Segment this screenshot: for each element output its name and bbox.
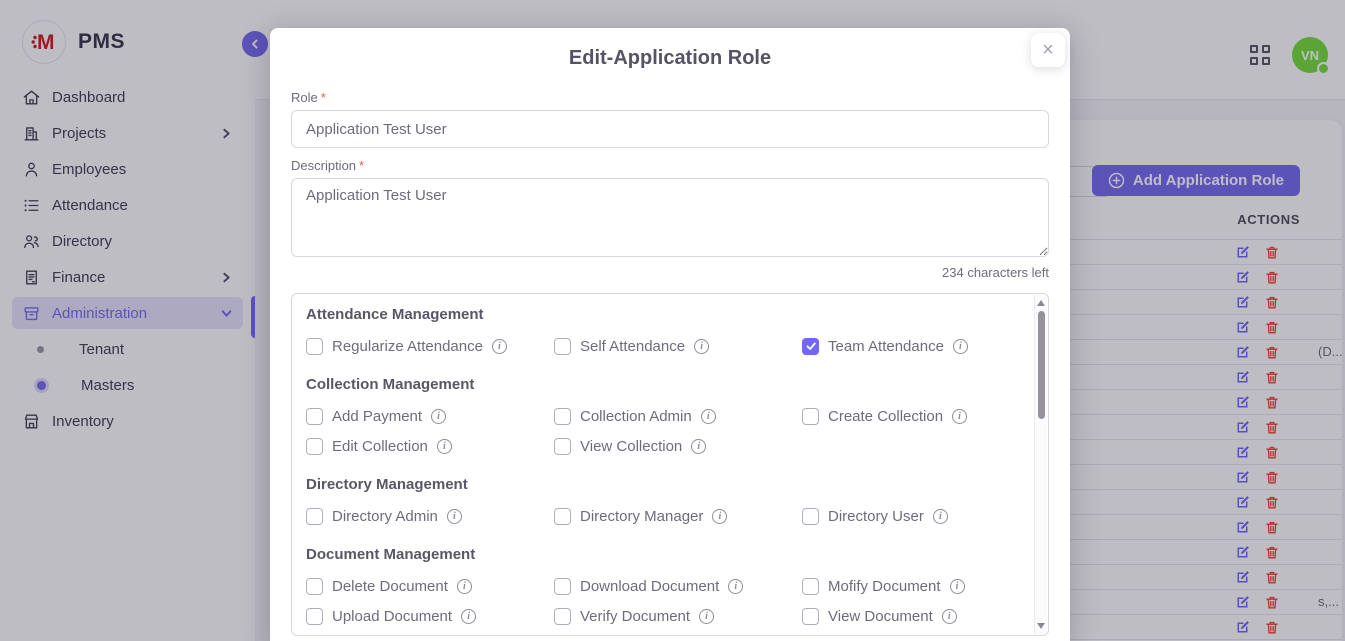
permission-grid: Regularize AttendanceiSelf AttendanceiTe… bbox=[306, 336, 1022, 356]
permission-item: Self Attendance i bbox=[554, 336, 802, 356]
permission-item: Verify Document i bbox=[554, 606, 802, 626]
checkbox-unchecked[interactable] bbox=[802, 578, 819, 595]
checkbox-unchecked[interactable] bbox=[306, 508, 323, 525]
description-label: Description* bbox=[291, 158, 1049, 173]
modal-body: Role* Description* Application Test User… bbox=[270, 90, 1070, 636]
role-label: Role* bbox=[291, 90, 1049, 105]
permission-grid: Add PaymentiCollection AdminiCreate Coll… bbox=[306, 406, 1022, 456]
permission-item: View Document i bbox=[802, 606, 1022, 626]
permission-item: Directory User i bbox=[802, 506, 1022, 526]
permission-label: Mofify Document bbox=[828, 578, 941, 595]
checkbox-unchecked[interactable] bbox=[306, 408, 323, 425]
scroll-down-arrow-icon[interactable] bbox=[1037, 623, 1045, 629]
permission-item: Regularize Attendance i bbox=[306, 336, 554, 356]
scroll-up-arrow-icon[interactable] bbox=[1037, 300, 1045, 306]
info-icon[interactable]: i bbox=[712, 509, 727, 524]
required-marker: * bbox=[321, 90, 326, 105]
permission-item: Upload Document i bbox=[306, 606, 554, 626]
permission-label: Add Payment bbox=[332, 408, 422, 425]
checkbox-unchecked[interactable] bbox=[554, 338, 571, 355]
permission-label: Download Document bbox=[580, 578, 719, 595]
info-icon[interactable]: i bbox=[942, 609, 957, 624]
edit-application-role-modal: × Edit-Application Role Role* Descriptio… bbox=[270, 28, 1070, 641]
close-icon[interactable]: × bbox=[1031, 33, 1065, 67]
info-icon[interactable]: i bbox=[437, 439, 452, 454]
permission-label: Self Attendance bbox=[580, 338, 685, 355]
permission-label: Regularize Attendance bbox=[332, 338, 483, 355]
permission-label: Create Collection bbox=[828, 408, 943, 425]
permission-item: Collection Admin i bbox=[554, 406, 802, 426]
permission-section-title: Collection Management bbox=[306, 376, 1022, 393]
info-icon[interactable]: i bbox=[694, 339, 709, 354]
checkbox-unchecked[interactable] bbox=[554, 438, 571, 455]
checkbox-unchecked[interactable] bbox=[306, 578, 323, 595]
permission-item: Mofify Document i bbox=[802, 576, 1022, 596]
permissions-panel: Attendance Management Regularize Attendan… bbox=[291, 293, 1049, 636]
permission-item: Download Document i bbox=[554, 576, 802, 596]
permission-label: Team Attendance bbox=[828, 338, 944, 355]
permission-label: Directory Manager bbox=[580, 508, 703, 525]
checkbox-unchecked[interactable] bbox=[306, 338, 323, 355]
permission-section: Directory ManagementDirectory AdminiDire… bbox=[306, 476, 1022, 526]
checkbox-unchecked[interactable] bbox=[554, 408, 571, 425]
checkbox-unchecked[interactable] bbox=[802, 408, 819, 425]
permission-label: Directory User bbox=[828, 508, 924, 525]
permission-item: Team Attendance i bbox=[802, 336, 1022, 356]
permission-label: Delete Document bbox=[332, 578, 448, 595]
checkbox-checked[interactable] bbox=[802, 338, 819, 355]
info-icon[interactable]: i bbox=[457, 579, 472, 594]
info-icon[interactable]: i bbox=[492, 339, 507, 354]
info-icon[interactable]: i bbox=[699, 609, 714, 624]
permission-label: View Collection bbox=[580, 438, 682, 455]
info-icon[interactable]: i bbox=[950, 579, 965, 594]
permissions-scrollbar bbox=[1034, 295, 1047, 634]
permission-grid: Directory AdminiDirectory ManageriDirect… bbox=[306, 506, 1022, 526]
permission-item: Delete Document i bbox=[306, 576, 554, 596]
info-icon[interactable]: i bbox=[447, 509, 462, 524]
info-icon[interactable]: i bbox=[461, 609, 476, 624]
info-icon[interactable]: i bbox=[691, 439, 706, 454]
info-icon[interactable]: i bbox=[431, 409, 446, 424]
checkbox-unchecked[interactable] bbox=[802, 508, 819, 525]
modal-title: Edit-Application Role bbox=[270, 28, 1070, 70]
permission-item: Create Collection i bbox=[802, 406, 1022, 426]
permission-label: Verify Document bbox=[580, 608, 690, 625]
characters-left-counter: 234 characters left bbox=[291, 265, 1049, 280]
permission-item: Edit Collection i bbox=[306, 436, 554, 456]
info-icon[interactable]: i bbox=[701, 409, 716, 424]
permission-label: Edit Collection bbox=[332, 438, 428, 455]
permission-section-title: Directory Management bbox=[306, 476, 1022, 493]
permission-item: View Collection i bbox=[554, 436, 802, 456]
permission-label: Upload Document bbox=[332, 608, 452, 625]
permission-item: Directory Manager i bbox=[554, 506, 802, 526]
permission-section: Attendance Management Regularize Attendan… bbox=[306, 306, 1022, 356]
checkbox-unchecked[interactable] bbox=[802, 608, 819, 625]
permission-section: Collection ManagementAdd PaymentiCollect… bbox=[306, 376, 1022, 456]
permission-grid: Delete DocumentiDownload DocumentiMofify… bbox=[306, 576, 1022, 626]
scrollbar-thumb[interactable] bbox=[1038, 311, 1045, 419]
role-input[interactable] bbox=[291, 110, 1049, 148]
permission-label: Directory Admin bbox=[332, 508, 438, 525]
permission-section: Document ManagementDelete DocumentiDownl… bbox=[306, 546, 1022, 626]
checkbox-unchecked[interactable] bbox=[554, 508, 571, 525]
checkbox-unchecked[interactable] bbox=[306, 608, 323, 625]
info-icon[interactable]: i bbox=[953, 339, 968, 354]
checkbox-unchecked[interactable] bbox=[306, 438, 323, 455]
permission-section-title: Document Management bbox=[306, 546, 1022, 563]
permissions-content: Attendance Management Regularize Attendan… bbox=[292, 294, 1048, 626]
permission-label: View Document bbox=[828, 608, 933, 625]
checkbox-unchecked[interactable] bbox=[554, 578, 571, 595]
info-icon[interactable]: i bbox=[728, 579, 743, 594]
permission-item: Directory Admin i bbox=[306, 506, 554, 526]
permission-section-title: Attendance Management bbox=[306, 306, 1022, 323]
permission-item: Add Payment i bbox=[306, 406, 554, 426]
checkbox-unchecked[interactable] bbox=[554, 608, 571, 625]
description-textarea[interactable]: Application Test User bbox=[291, 178, 1049, 257]
permission-label: Collection Admin bbox=[580, 408, 692, 425]
required-marker: * bbox=[359, 158, 364, 173]
info-icon[interactable]: i bbox=[933, 509, 948, 524]
info-icon[interactable]: i bbox=[952, 409, 967, 424]
